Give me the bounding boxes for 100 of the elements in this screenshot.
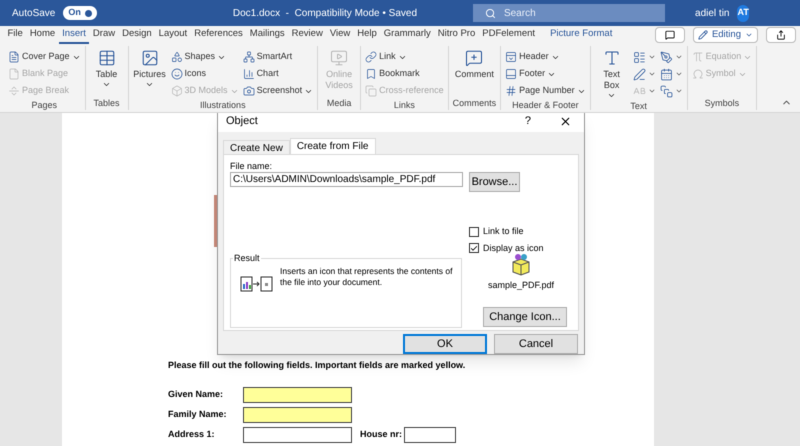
- dialog-tab[interactable]: Create from File: [290, 138, 376, 154]
- ribbon-tab[interactable]: File: [4, 26, 26, 44]
- dialog-tab[interactable]: Create New: [223, 140, 290, 154]
- form-field[interactable]: [243, 386, 352, 402]
- checkbox[interactable]: [469, 226, 479, 237]
- ribbon-tool-button[interactable]: [632, 49, 656, 65]
- cancel-button[interactable]: Cancel: [494, 334, 578, 354]
- caret-icon: [648, 70, 656, 78]
- group-label: Comments: [452, 97, 496, 110]
- page-icon: [8, 51, 20, 63]
- ribbon-button[interactable]: Pictures: [132, 49, 167, 99]
- ribbon-button[interactable]: Chart: [242, 66, 314, 82]
- autosave-toggle[interactable]: On: [63, 6, 97, 20]
- table-icon: [98, 49, 116, 67]
- caret-icon: [648, 87, 656, 95]
- cube-icon: [170, 85, 183, 97]
- ok-button[interactable]: OK: [403, 334, 487, 354]
- ribbon-button[interactable]: Screenshot: [242, 83, 314, 99]
- ribbon-tab[interactable]: References: [190, 26, 246, 44]
- ribbon-tool-button[interactable]: [660, 49, 683, 65]
- help-button[interactable]: ?: [524, 113, 531, 130]
- form-field[interactable]: [243, 406, 352, 422]
- ribbon-tab[interactable]: Draw: [89, 26, 119, 44]
- file-name-field[interactable]: C:\Users\ADMIN\Downloads\sample_PDF.pdf: [230, 172, 463, 188]
- autosave-label: AutoSave: [12, 6, 56, 20]
- ribbon-tab[interactable]: Design: [118, 26, 156, 44]
- check-icon: [470, 244, 478, 253]
- group-label: Pages: [32, 99, 58, 112]
- search-input[interactable]: Search: [504, 6, 654, 20]
- ribbon-tab[interactable]: Mailings: [246, 26, 288, 44]
- comment-icon: [465, 49, 484, 67]
- group-label: Illustrations: [200, 99, 246, 112]
- checkbox[interactable]: [469, 243, 479, 254]
- ribbon-button[interactable]: Table: [90, 49, 124, 97]
- ribbon-tool-button[interactable]: [660, 66, 683, 82]
- pen-icon: [660, 50, 673, 64]
- ribbon-tab[interactable]: Layout: [155, 26, 191, 44]
- ribbon-tool-button[interactable]: [632, 66, 656, 82]
- ribbon-button[interactable]: Bookmark: [365, 66, 444, 82]
- ribbon-tab[interactable]: Home: [26, 26, 59, 44]
- shapes-icon: [170, 51, 183, 63]
- instruction-text: Please fill out the following fields. Important fields are marked yellow.: [168, 359, 466, 372]
- form-field[interactable]: [404, 426, 456, 442]
- hash-icon: [505, 85, 518, 97]
- diagram-icon: [242, 51, 255, 63]
- page-break-icon: [8, 85, 20, 97]
- ribbon-button[interactable]: Footer: [505, 66, 586, 82]
- group-label: Tables: [94, 97, 120, 110]
- search-icon: [485, 8, 496, 18]
- ribbon-button[interactable]: SmartArt: [242, 49, 314, 65]
- share-button[interactable]: [766, 27, 796, 43]
- browse-button[interactable]: Browse...: [469, 172, 520, 192]
- comments-button[interactable]: [654, 27, 685, 43]
- bar-chart-icon: [242, 68, 255, 80]
- link-icon: [365, 51, 378, 63]
- ribbon-tab[interactable]: View: [326, 26, 354, 44]
- image-icon: [140, 49, 159, 67]
- ribbon-tool-button[interactable]: [660, 83, 683, 99]
- ribbon-tab[interactable]: Grammarly: [380, 26, 434, 44]
- calendar-icon: [660, 68, 673, 80]
- search-field[interactable]: Search: [473, 4, 666, 22]
- pencil-icon: [698, 30, 708, 40]
- ribbon-button[interactable]: Icons: [170, 66, 239, 82]
- caret-icon: [648, 53, 656, 61]
- ribbon-tab[interactable]: Help: [354, 26, 380, 44]
- field-label: House nr:: [360, 428, 402, 441]
- list-icon: [632, 50, 646, 64]
- smiley-icon: [170, 68, 183, 80]
- omega-icon: [692, 68, 704, 80]
- form-field[interactable]: [243, 426, 352, 442]
- change-icon-button[interactable]: Change Icon...: [483, 307, 567, 328]
- editing-button[interactable]: Editing: [692, 27, 758, 43]
- icon-caption: sample_PDF.pdf: [488, 279, 554, 292]
- package-icon: [510, 252, 532, 276]
- pen-line-icon: [632, 68, 646, 80]
- ribbon-button[interactable]: Link: [365, 49, 444, 65]
- ribbon-tab[interactable]: Nitro Pro: [434, 26, 479, 44]
- ribbon-button[interactable]: Cover Page: [8, 49, 81, 65]
- ribbon-button[interactable]: Page Number: [505, 83, 586, 99]
- close-icon[interactable]: [559, 115, 572, 128]
- ribbon-tab[interactable]: PDFelement: [478, 26, 539, 44]
- ribbon-tab[interactable]: Insert: [58, 26, 90, 44]
- ribbon-button[interactable]: Header: [505, 49, 586, 65]
- caret-icon: [674, 53, 683, 61]
- comment-icon: [664, 30, 675, 40]
- ribbon-button[interactable]: Shapes: [170, 49, 239, 65]
- camera-icon: [242, 85, 255, 97]
- user-name: adiel tin: [695, 6, 730, 20]
- blank-page-icon: [8, 68, 20, 80]
- document-title: Doc1.docx - Compatibility Mode • Saved: [232, 6, 418, 20]
- caret-icon: [674, 70, 683, 78]
- group-label: Media: [326, 97, 352, 110]
- user-avatar[interactable]: AT: [737, 4, 749, 22]
- ribbon-button[interactable]: Text Box: [594, 49, 629, 100]
- ribbon-tab[interactable]: Picture Format: [546, 26, 616, 44]
- checkbox-label: Link to file: [483, 225, 524, 238]
- checkbox-label: Display as icon: [483, 242, 544, 255]
- group-label: Links: [394, 99, 415, 112]
- ribbon-button[interactable]: Comment: [457, 49, 492, 97]
- ribbon-tab[interactable]: Review: [288, 26, 326, 44]
